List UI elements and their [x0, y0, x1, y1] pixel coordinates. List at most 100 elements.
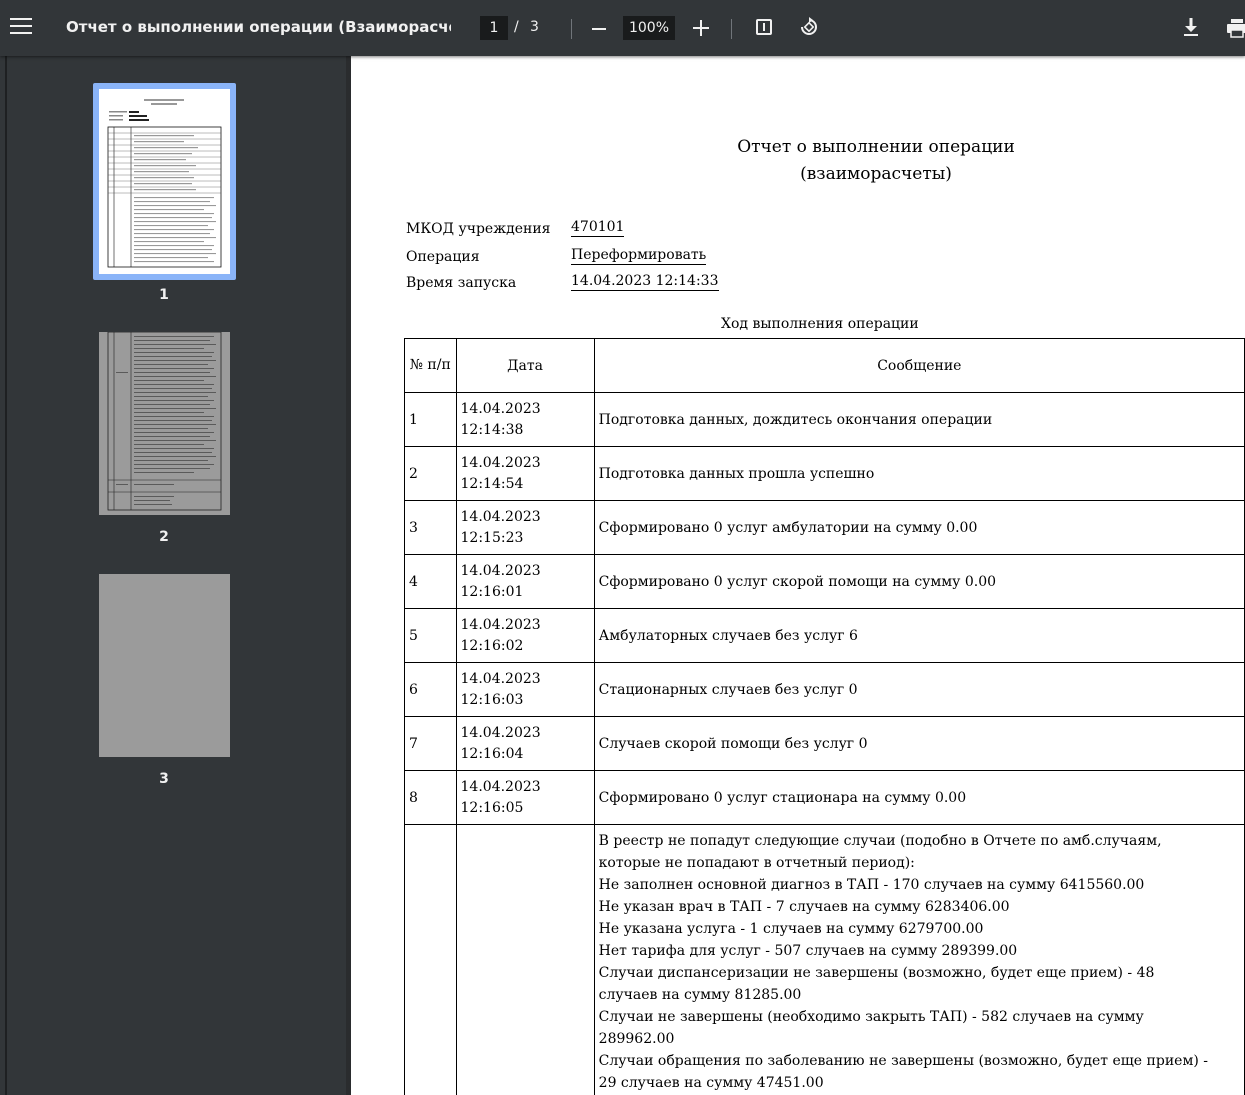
rotate-icon[interactable]: [798, 16, 820, 38]
table-row: 8 14.04.2023 12:16:05 Сформировано 0 услуг …: [404, 770, 1245, 825]
download-icon[interactable]: [1182, 16, 1200, 38]
row-number: [404, 824, 457, 1095]
thumbnail-sidebar: 1 2 3: [0, 56, 346, 1095]
row-date-time: 12:16:02: [460, 637, 524, 654]
row-date-day: 14.04.2023: [460, 616, 541, 633]
row-date: 14.04.2023 12:14:54: [455, 446, 595, 501]
menu-icon[interactable]: [10, 14, 32, 40]
message-line: Случаи обращения по заболеванию не завер…: [598, 1053, 1208, 1069]
toolbar-divider: [731, 19, 732, 39]
page-separator: /: [514, 19, 519, 35]
row-date: 14.04.2023 12:16:03: [455, 662, 595, 717]
message-line: В реестр не попадут следующие случаи (по…: [598, 833, 1162, 849]
row-number: 6: [404, 662, 457, 717]
message-line: Не указана услуга - 1 случаев на сумму 6…: [598, 921, 984, 937]
document-viewer[interactable]: Отчет о выполнении операции (взаиморасче…: [351, 56, 1245, 1095]
report-title-line-1: Отчет о выполнении операции: [737, 137, 1015, 157]
toolbar-divider: [571, 19, 572, 39]
thumbnail-label-1: 1: [159, 287, 169, 303]
thumbnail-label-3: 3: [159, 771, 169, 787]
document-title: Отчет о выполнении операции (Взаиморасче…: [66, 18, 451, 36]
message-line: Нет тарифа для услуг - 507 случаев на су…: [598, 943, 1018, 959]
row-date: 14.04.2023 12:16:05: [455, 770, 595, 825]
row-message: Подготовка данных прошла успешно: [593, 446, 1245, 501]
message-line: 29 случаев на сумму 47451.00: [598, 1075, 824, 1091]
row-message: В реестр не попадут следующие случаи (по…: [593, 824, 1245, 1095]
sidebar-edge: [5, 56, 7, 1095]
row-date-time: 12:14:54: [460, 475, 524, 492]
row-date-day: 14.04.2023: [460, 562, 541, 579]
thumbnail-page-2[interactable]: [99, 331, 230, 515]
message-line: Случаи не завершены (необходимо закрыть …: [598, 1009, 1144, 1025]
row-number: 5: [404, 608, 457, 663]
zoom-in-button[interactable]: [693, 20, 709, 36]
table-row: 2 14.04.2023 12:14:54 Подготовка данных про…: [404, 446, 1245, 501]
row-number: 8: [404, 770, 457, 825]
row-number: 7: [404, 716, 457, 771]
row-date: 14.04.2023 12:16:01: [455, 554, 595, 609]
row-date-time: 12:14:38: [460, 421, 524, 438]
table-row: 4 14.04.2023 12:16:01 Сформировано 0 услуг …: [404, 554, 1245, 609]
row-message: Сформировано 0 услуг скорой помощи на су…: [593, 554, 1245, 609]
row-date-time: 12:16:05: [460, 799, 524, 816]
zoom-out-button[interactable]: [592, 28, 606, 30]
thumbnail-page-3[interactable]: [99, 574, 230, 757]
table-caption: Ход выполнения операции: [721, 316, 919, 332]
table-row: 3 14.04.2023 12:15:23 Сформировано 0 услуг …: [404, 500, 1245, 555]
row-date: 14.04.2023 12:14:38: [455, 392, 595, 447]
row-message: Подготовка данных, дождитесь окончания о…: [593, 392, 1245, 447]
row-date: 14.04.2023 12:16:02: [455, 608, 595, 663]
row-date: 14.04.2023 12:16:04: [455, 716, 595, 771]
row-date: [455, 824, 595, 1095]
mkod-value: 470101: [571, 219, 625, 237]
row-message: Сформировано 0 услуг стационара на сумму…: [593, 770, 1245, 825]
row-message: Сформировано 0 услуг амбулатории на сумм…: [593, 500, 1245, 555]
report-title: Отчет о выполнении операции (взаиморасче…: [681, 134, 1071, 188]
table-row: 7 14.04.2023 12:16:04 Случаев скорой помощи…: [404, 716, 1245, 771]
row-date-day: 14.04.2023: [460, 670, 541, 687]
table-row: 5 14.04.2023 12:16:02 Амбулаторных случаев …: [404, 608, 1245, 663]
column-header-date: Дата: [455, 338, 595, 393]
column-header-message: Сообщение: [593, 338, 1245, 393]
row-number: 1: [404, 392, 457, 447]
thumbnail-preview: [99, 89, 230, 274]
row-number: 4: [404, 554, 457, 609]
row-date-day: 14.04.2023: [460, 778, 541, 795]
message-line: случаев на сумму 81285.00: [598, 987, 802, 1003]
table-row: 1 14.04.2023 12:14:38 Подготовка данных, до…: [404, 392, 1245, 447]
operation-value: Переформировать: [571, 247, 707, 265]
row-date-time: 12:16:04: [460, 745, 524, 762]
table-row: 6 14.04.2023 12:16:03 Стационарных случаев …: [404, 662, 1245, 717]
row-date-time: 12:16:03: [460, 691, 524, 708]
table-header-row: № п/п Дата Сообщение: [404, 338, 1245, 393]
thumbnail-label-2: 2: [159, 529, 169, 545]
message-line: Не указан врач в ТАП - 7 случаев на сумм…: [598, 899, 1010, 915]
row-date: 14.04.2023 12:15:23: [455, 500, 595, 555]
message-line: Не заполнен основной диагноз в ТАП - 170…: [598, 877, 1145, 893]
row-date-day: 14.04.2023: [460, 724, 541, 741]
message-line: 289962.00: [598, 1031, 675, 1047]
pdf-toolbar: Отчет о выполнении операции (Взаиморасче…: [0, 0, 1245, 56]
column-header-no: № п/п: [404, 338, 457, 393]
page-number-input[interactable]: 1: [480, 16, 508, 40]
row-message: Случаев скорой помощи без услуг 0: [593, 716, 1245, 771]
row-number: 3: [404, 500, 457, 555]
table-row: В реестр не попадут следующие случаи (по…: [404, 824, 1245, 1095]
start-time-value: 14.04.2023 12:14:33: [571, 273, 719, 291]
operation-label: Операция: [406, 249, 480, 265]
mkod-label: МКОД учреждения: [406, 221, 551, 237]
row-message: Амбулаторных случаев без услуг 6: [593, 608, 1245, 663]
fit-to-page-icon[interactable]: [756, 19, 772, 35]
row-date-day: 14.04.2023: [460, 454, 541, 471]
page-total: 3: [530, 19, 539, 35]
start-time-label: Время запуска: [406, 275, 517, 291]
report-title-line-2: (взаиморасчеты): [800, 164, 952, 184]
thumbnail-page-1[interactable]: [93, 83, 236, 280]
message-line: Случаи диспансеризации не завершены (воз…: [598, 965, 1155, 981]
print-icon[interactable]: [1226, 18, 1245, 38]
operation-log-table: № п/п Дата Сообщение 1 14.04.2023 12:14:38…: [404, 338, 1245, 1095]
row-date-time: 12:15:23: [460, 529, 524, 546]
row-date-day: 14.04.2023: [460, 400, 541, 417]
row-message: Стационарных случаев без услуг 0: [593, 662, 1245, 717]
zoom-input[interactable]: 100%: [623, 16, 675, 40]
